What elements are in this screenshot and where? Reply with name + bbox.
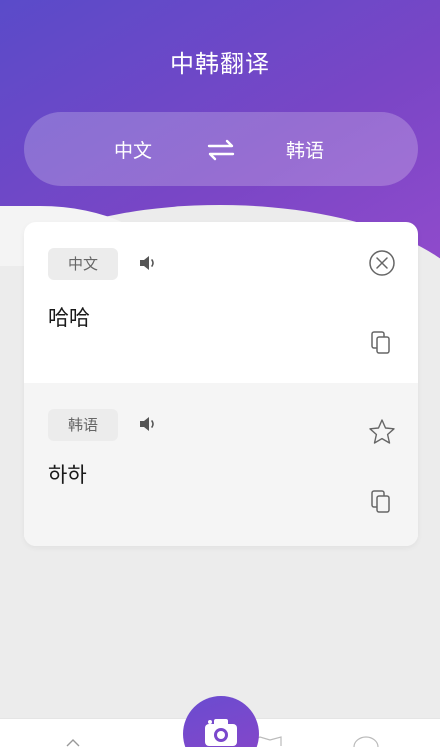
page-title: 中韩翻译 bbox=[170, 50, 270, 78]
home-icon[interactable] bbox=[66, 738, 80, 747]
close-circle-icon[interactable] bbox=[368, 249, 396, 277]
language-switcher: 中文 韩语 bbox=[24, 112, 418, 186]
source-language-chip: 中文 bbox=[48, 248, 118, 280]
profile-icon[interactable] bbox=[352, 736, 380, 747]
translated-text[interactable]: 하하 bbox=[48, 459, 87, 489]
target-section: 韩语 하하 bbox=[24, 383, 418, 546]
speaker-icon[interactable] bbox=[138, 253, 158, 273]
target-language-chip: 韩语 bbox=[48, 409, 118, 441]
speaker-icon[interactable] bbox=[138, 414, 158, 434]
target-language-button[interactable]: 韩语 bbox=[286, 136, 324, 163]
copy-icon[interactable] bbox=[370, 489, 392, 515]
star-icon[interactable] bbox=[368, 418, 396, 446]
app-screen: 中韩翻译 中文 韩语 中文 哈哈 韩语 하하 bbox=[0, 0, 440, 747]
translation-card: 中文 哈哈 韩语 하하 bbox=[24, 222, 418, 546]
swap-arrows-icon[interactable] bbox=[206, 138, 236, 162]
copy-icon[interactable] bbox=[370, 330, 392, 356]
source-text[interactable]: 哈哈 bbox=[48, 302, 90, 332]
camera-icon bbox=[205, 719, 237, 746]
source-language-button[interactable]: 中文 bbox=[114, 136, 152, 163]
